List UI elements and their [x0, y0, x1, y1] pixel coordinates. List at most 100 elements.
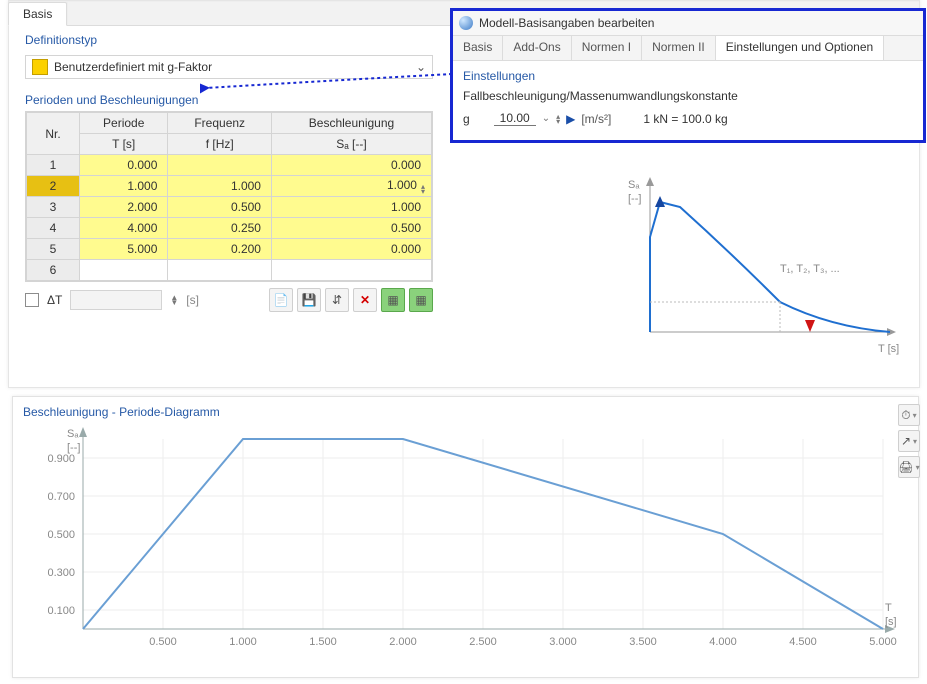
kn-text: 1 kN = 100.0 kg [643, 112, 727, 126]
svg-text:[s]: [s] [885, 616, 897, 628]
cell-periode[interactable]: 2.000 [80, 197, 168, 218]
sort-button[interactable]: ⇵ [325, 288, 349, 312]
definition-type-dropdown[interactable]: Benutzerdefiniert mit g-Faktor ⌄ [25, 55, 433, 79]
append-row-button[interactable]: ▦ [409, 288, 433, 312]
cell-sa-edit[interactable]: 1.000▴▾ [271, 176, 431, 197]
th-periode-unit: T [s] [80, 134, 168, 155]
chart-print-button[interactable]: 🖨▾ [898, 456, 920, 478]
dt-label: ΔT [47, 293, 62, 307]
svg-text:3.000: 3.000 [549, 636, 577, 648]
svg-text:4.500: 4.500 [789, 636, 817, 648]
th-periode: Periode [80, 113, 168, 134]
th-frequenz-unit: f [Hz] [168, 134, 272, 155]
svg-text:T: T [885, 602, 892, 614]
modal-section-label: Einstellungen [463, 69, 913, 83]
svg-text:4.000: 4.000 [709, 636, 737, 648]
cell-nr: 6 [27, 260, 80, 281]
svg-text:3.500: 3.500 [629, 636, 657, 648]
cell-periode[interactable]: 1.000 [80, 176, 168, 197]
svg-text:1.500: 1.500 [309, 636, 337, 648]
dt-input[interactable] [70, 290, 162, 310]
modal-tab-1[interactable]: Add-Ons [503, 36, 571, 60]
svg-text:T [s]: T [s] [878, 343, 899, 355]
cell-sa[interactable]: 0.000 [271, 155, 431, 176]
modal-title: Modell-Basisangaben bearbeiten [479, 16, 654, 30]
g-value-input[interactable]: 10.00 [494, 111, 536, 126]
cell-frequenz[interactable]: 0.250 [168, 218, 272, 239]
cell-frequenz[interactable] [168, 155, 272, 176]
definitionstyp-label: Definitionstyp [19, 25, 439, 51]
g-unit: [m/s²] [581, 112, 611, 126]
svg-text:2.000: 2.000 [389, 636, 417, 648]
th-frequenz: Frequenz [168, 113, 272, 134]
cell-periode[interactable]: 5.000 [80, 239, 168, 260]
cell-sa[interactable]: 1.000 [271, 197, 431, 218]
g-symbol: g [463, 112, 470, 126]
chart-title: Beschleunigung - Periode-Diagramm [13, 397, 918, 419]
cell-frequenz[interactable] [168, 260, 272, 281]
modal-tab-3[interactable]: Normen II [642, 36, 716, 60]
cell-nr: 5 [27, 239, 80, 260]
cell-periode[interactable]: 0.000 [80, 155, 168, 176]
modal-tabs[interactable]: BasisAdd-OnsNormen INormen IIEinstellung… [453, 36, 923, 61]
cell-periode[interactable] [80, 260, 168, 281]
table-row[interactable]: 6 [27, 260, 432, 281]
perioden-table[interactable]: Nr. Periode Frequenz Beschleunigung T [s… [25, 111, 433, 282]
svg-text:1.000: 1.000 [229, 636, 257, 648]
acceleration-period-chart: Beschleunigung - Periode-Diagramm 0.100 0… [12, 396, 919, 678]
modal-desc: Fallbeschleunigung/Massenumwandlungskons… [463, 89, 913, 103]
table-row[interactable]: 44.0000.2500.500 [27, 218, 432, 239]
table-row[interactable]: 32.0000.5001.000 [27, 197, 432, 218]
cell-nr: 1 [27, 155, 80, 176]
th-nr: Nr. [27, 113, 80, 155]
cell-sa[interactable]: 0.500 [271, 218, 431, 239]
tab-basis[interactable]: Basis [8, 2, 67, 26]
th-beschl-unit: Sₐ [--] [271, 134, 431, 155]
svg-text:0.900: 0.900 [47, 453, 75, 465]
svg-text:5.000: 5.000 [869, 636, 897, 648]
svg-text:Sₐ: Sₐ [67, 428, 79, 440]
modal-tab-2[interactable]: Normen I [572, 36, 642, 60]
chevron-down-icon: ⌄ [410, 60, 432, 74]
insert-row-button[interactable]: ▦ [381, 288, 405, 312]
modal-tab-4[interactable]: Einstellungen und Optionen [716, 36, 884, 60]
type-color-swatch [32, 59, 48, 75]
cell-nr: 4 [27, 218, 80, 239]
svg-text:0.700: 0.700 [47, 491, 75, 503]
dt-checkbox[interactable] [25, 293, 39, 307]
open-file-button[interactable]: 📄 [269, 288, 293, 312]
svg-text:0.500: 0.500 [149, 636, 177, 648]
save-button[interactable]: 💾 [297, 288, 321, 312]
dt-spinner[interactable]: ▲▼ [170, 295, 178, 305]
table-row[interactable]: 21.0001.0001.000▴▾ [27, 176, 432, 197]
cell-frequenz[interactable]: 0.500 [168, 197, 272, 218]
app-icon [459, 16, 473, 30]
dt-unit: [s] [186, 293, 199, 307]
cell-nr: 2 [27, 176, 80, 197]
cell-sa[interactable] [271, 260, 431, 281]
cell-frequenz[interactable]: 1.000 [168, 176, 272, 197]
arrow-right-icon[interactable]: ▶ [566, 112, 575, 126]
cell-sa[interactable]: 0.000 [271, 239, 431, 260]
chart-stopwatch-button[interactable]: ⏱▾ [898, 404, 920, 426]
cell-periode[interactable]: 4.000 [80, 218, 168, 239]
svg-text:0.300: 0.300 [47, 567, 75, 579]
dropdown-text: Benutzerdefiniert mit g-Faktor [54, 60, 410, 74]
g-spinner[interactable]: ▴▾ [556, 114, 560, 124]
table-row[interactable]: 55.0000.2000.000 [27, 239, 432, 260]
table-row[interactable]: 10.0000.000 [27, 155, 432, 176]
svg-text:0.500: 0.500 [47, 529, 75, 541]
delete-row-button[interactable]: ✕ [353, 288, 377, 312]
chart-axis-button[interactable]: ↗▾ [898, 430, 920, 452]
spectrum-thumbnail: Sₐ [--] T [s] T₁, T₂, T₃, ... [610, 172, 910, 372]
cell-frequenz[interactable]: 0.200 [168, 239, 272, 260]
svg-text:[--]: [--] [628, 193, 641, 205]
svg-text:2.500: 2.500 [469, 636, 497, 648]
model-settings-modal: Modell-Basisangaben bearbeiten BasisAdd-… [450, 8, 926, 143]
th-beschl: Beschleunigung [271, 113, 431, 134]
chevron-down-icon[interactable]: ⌄ [542, 113, 550, 124]
svg-text:Sₐ: Sₐ [628, 179, 640, 191]
modal-tab-0[interactable]: Basis [453, 36, 503, 60]
perioden-label: Perioden und Beschleunigungen [19, 89, 439, 111]
svg-text:0.100: 0.100 [47, 605, 75, 617]
